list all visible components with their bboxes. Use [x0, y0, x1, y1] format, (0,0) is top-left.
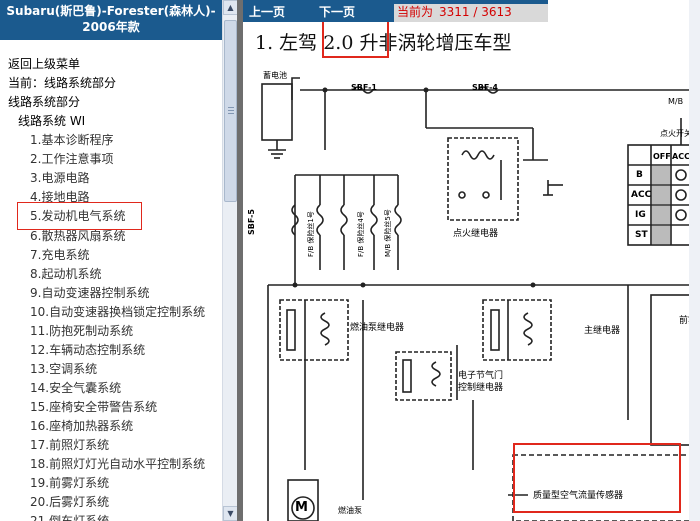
ign-off-label: OFF	[653, 152, 671, 161]
page-number: 3311 / 3613	[439, 5, 512, 19]
page-toolbar: 上一页 下一页 当前为 3311 / 3613	[243, 0, 548, 22]
left-scroll-thumb[interactable]	[224, 20, 237, 202]
sbf4-label: SBF-4	[472, 83, 498, 92]
fuel-pump-label: 燃油泵	[338, 506, 362, 515]
ign-acc-label: ACC	[672, 152, 690, 161]
nav-item-seatbelt-warning[interactable]: 15.座椅安全带警告系统	[30, 399, 157, 416]
main-relay-label: 主继电器	[584, 326, 621, 336]
prev-page-button[interactable]: 上一页	[249, 3, 285, 20]
nav-item-power-circuit[interactable]: 3.电源电路	[30, 170, 89, 187]
document-viewer: 蓄电池 SBF-1 SBF-4 M/B 点火开关 OFF ACC ON B AC…	[243, 0, 700, 521]
nav-item-vdc[interactable]: 12.车辆动态控制系统	[30, 342, 145, 359]
nav-item-basic-diagnosis[interactable]: 1.基本诊断程序	[30, 132, 113, 149]
vehicle-title-bar: Subaru(斯巴鲁)-Forester(森林人)- 2006年款	[0, 0, 222, 40]
current-location: 当前：线路系统部分	[8, 76, 117, 90]
mb-label: M/B	[668, 97, 684, 106]
page-label: 当前为	[397, 5, 434, 19]
ign-b-label: B	[636, 170, 643, 180]
left-nav-panel: Subaru(斯巴鲁)-Forester(森林人)- 2006年款 返回上级菜单…	[0, 0, 237, 521]
selected-item-highlight	[17, 202, 142, 230]
maf-sensor-highlight	[513, 443, 681, 513]
fuse1-label: F/B 保险丝1号	[307, 211, 315, 257]
nav-item-front-fog[interactable]: 19.前雾灯系统	[30, 475, 109, 492]
fuel-pump-relay-label: 燃油泵继电器	[350, 323, 405, 333]
left-scrollbar[interactable]: ▲ ▼	[222, 0, 237, 521]
battery-label: 蓄电池	[263, 71, 287, 80]
motor-symbol: M	[295, 500, 308, 515]
ignition-relay-label: 点火继电器	[453, 229, 499, 239]
ign-acc-row-label: ACC	[631, 190, 652, 200]
nav-item-rear-fog[interactable]: 20.后雾灯系统	[30, 494, 109, 511]
nav-item-radiator-fan[interactable]: 6.散热器风扇系统	[30, 228, 125, 245]
nav-item-work-precautions[interactable]: 2.工作注意事项	[30, 151, 113, 168]
scroll-up-button[interactable]: ▲	[223, 0, 237, 15]
right-scrollbar[interactable]	[689, 0, 700, 521]
page-indicator: 当前为 3311 / 3613	[394, 4, 548, 22]
ignition-switch-label: 点火开关	[660, 129, 692, 138]
document-title: 1. 左驾 2.0 升非涡轮增压车型	[255, 32, 512, 54]
subsection-link[interactable]: 线路系统 WI	[18, 113, 85, 130]
section-link[interactable]: 线路系统部分	[8, 94, 80, 111]
nav-item-seat-heater[interactable]: 16.座椅加热器系统	[30, 418, 133, 435]
back-link[interactable]: 返回上级菜单	[8, 56, 80, 73]
nav-item-at-control[interactable]: 9.自动变速器控制系统	[30, 285, 149, 302]
scroll-down-button[interactable]: ▼	[223, 506, 237, 521]
throttle-relay-label-2: 控制继电器	[458, 383, 504, 393]
fuse5-label: M/B 保险丝5号	[384, 209, 392, 257]
ign-ig-label: IG	[635, 210, 646, 220]
nav-item-airbag[interactable]: 14.安全气囊系统	[30, 380, 121, 397]
nav-item-headlight-leveling[interactable]: 18.前照灯灯光自动水平控制系统	[30, 456, 205, 473]
fuse4-label: F/B 保险丝4号	[357, 211, 365, 257]
nav-item-ac[interactable]: 13.空调系统	[30, 361, 97, 378]
nav-item-headlight[interactable]: 17.前照灯系统	[30, 437, 109, 454]
nav-item-reverse-light[interactable]: 21.倒车灯系统	[30, 513, 109, 521]
ign-st-label: ST	[635, 230, 648, 240]
vehicle-title-line1: Subaru(斯巴鲁)-Forester(森林人)-	[6, 4, 216, 18]
next-page-button[interactable]: 下一页	[319, 3, 355, 20]
sbf5-label: SBF-5	[247, 209, 256, 235]
sbf1-label: SBF-1	[351, 83, 377, 92]
nav-item-abs[interactable]: 11.防抱死制动系统	[30, 323, 133, 340]
nav-item-starter[interactable]: 8.起动机系统	[30, 266, 101, 283]
vehicle-title-line2: 2006年款	[82, 20, 140, 34]
nav-item-at-shift-lock[interactable]: 10.自动变速器换档锁定控制系统	[30, 304, 205, 321]
nav-item-charging[interactable]: 7.充电系统	[30, 247, 89, 264]
